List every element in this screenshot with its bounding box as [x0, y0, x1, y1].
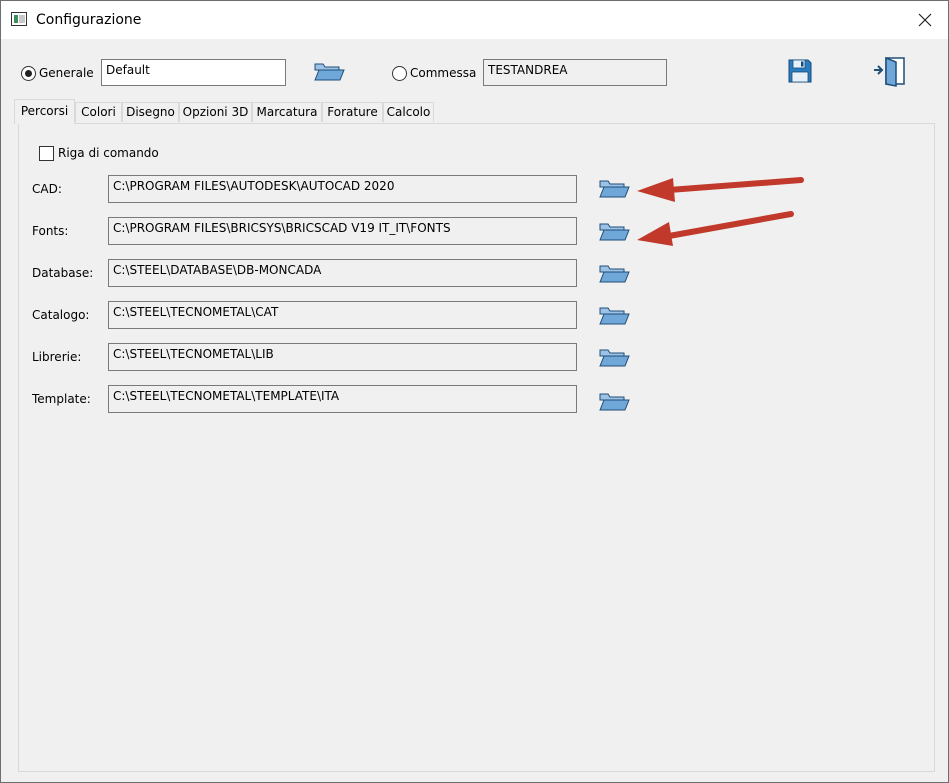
commessa-radio[interactable]	[392, 66, 407, 81]
folder-open-icon	[599, 180, 630, 198]
commessa-input[interactable]: TESTANDREA	[483, 59, 667, 86]
app-icon	[11, 12, 27, 26]
close-icon	[918, 13, 932, 27]
close-button[interactable]	[902, 1, 948, 39]
commessa-label: Commessa	[410, 66, 477, 80]
window-title: Configurazione	[36, 12, 142, 28]
database-path-field[interactable]: C:\STEEL\DATABASE\DB-MONCADA	[108, 259, 577, 287]
title-bar: Configurazione	[1, 1, 948, 39]
folder-open-icon	[599, 223, 630, 241]
folder-open-icon	[599, 393, 630, 411]
tab-opzioni-3d[interactable]: Opzioni 3D	[179, 102, 252, 122]
cad-browse-button[interactable]	[598, 176, 630, 200]
tab-forature[interactable]: Forature	[322, 102, 383, 122]
template-path-field[interactable]: C:\STEEL\TECNOMETAL\TEMPLATE\ITA	[108, 385, 577, 413]
catalogo-label: Catalogo:	[32, 308, 90, 322]
database-label: Database:	[32, 266, 94, 280]
generale-radio[interactable]	[21, 66, 36, 81]
exit-icon	[874, 56, 905, 87]
save-button[interactable]	[786, 57, 816, 85]
config-window: Configurazione Generale Default Commessa…	[0, 0, 949, 783]
generale-input[interactable]: Default	[101, 59, 286, 86]
template-label: Template:	[32, 392, 91, 406]
template-browse-button[interactable]	[598, 389, 630, 413]
cad-path-field[interactable]: C:\PROGRAM FILES\AUTODESK\AUTOCAD 2020	[108, 175, 577, 203]
tab-marcatura[interactable]: Marcatura	[252, 102, 322, 122]
catalogo-browse-button[interactable]	[598, 303, 630, 327]
tab-calcolo[interactable]: Calcolo	[383, 102, 434, 122]
fonts-path-field[interactable]: C:\PROGRAM FILES\BRICSYS\BRICSCAD V19 IT…	[108, 217, 577, 245]
folder-open-icon	[599, 349, 630, 367]
librerie-path-field[interactable]: C:\STEEL\TECNOMETAL\LIB	[108, 343, 577, 371]
generale-label: Generale	[39, 66, 94, 80]
librerie-label: Librerie:	[32, 350, 82, 364]
catalogo-path-field[interactable]: C:\STEEL\TECNOMETAL\CAT	[108, 301, 577, 329]
fonts-label: Fonts:	[32, 224, 69, 238]
fonts-browse-button[interactable]	[598, 219, 630, 243]
generale-browse-button[interactable]	[313, 59, 345, 83]
riga-di-comando-label: Riga di comando	[58, 146, 159, 160]
cad-label: CAD:	[32, 182, 62, 196]
tab-colori[interactable]: Colori	[75, 102, 122, 122]
exit-button[interactable]	[873, 55, 909, 87]
folder-open-icon	[599, 265, 630, 283]
save-icon	[788, 59, 812, 83]
librerie-browse-button[interactable]	[598, 345, 630, 369]
tab-percorsi[interactable]: Percorsi	[14, 99, 75, 124]
riga-di-comando-checkbox[interactable]	[39, 146, 54, 161]
folder-open-icon	[314, 63, 345, 81]
tab-disegno[interactable]: Disegno	[122, 102, 179, 122]
folder-open-icon	[599, 307, 630, 325]
database-browse-button[interactable]	[598, 261, 630, 285]
